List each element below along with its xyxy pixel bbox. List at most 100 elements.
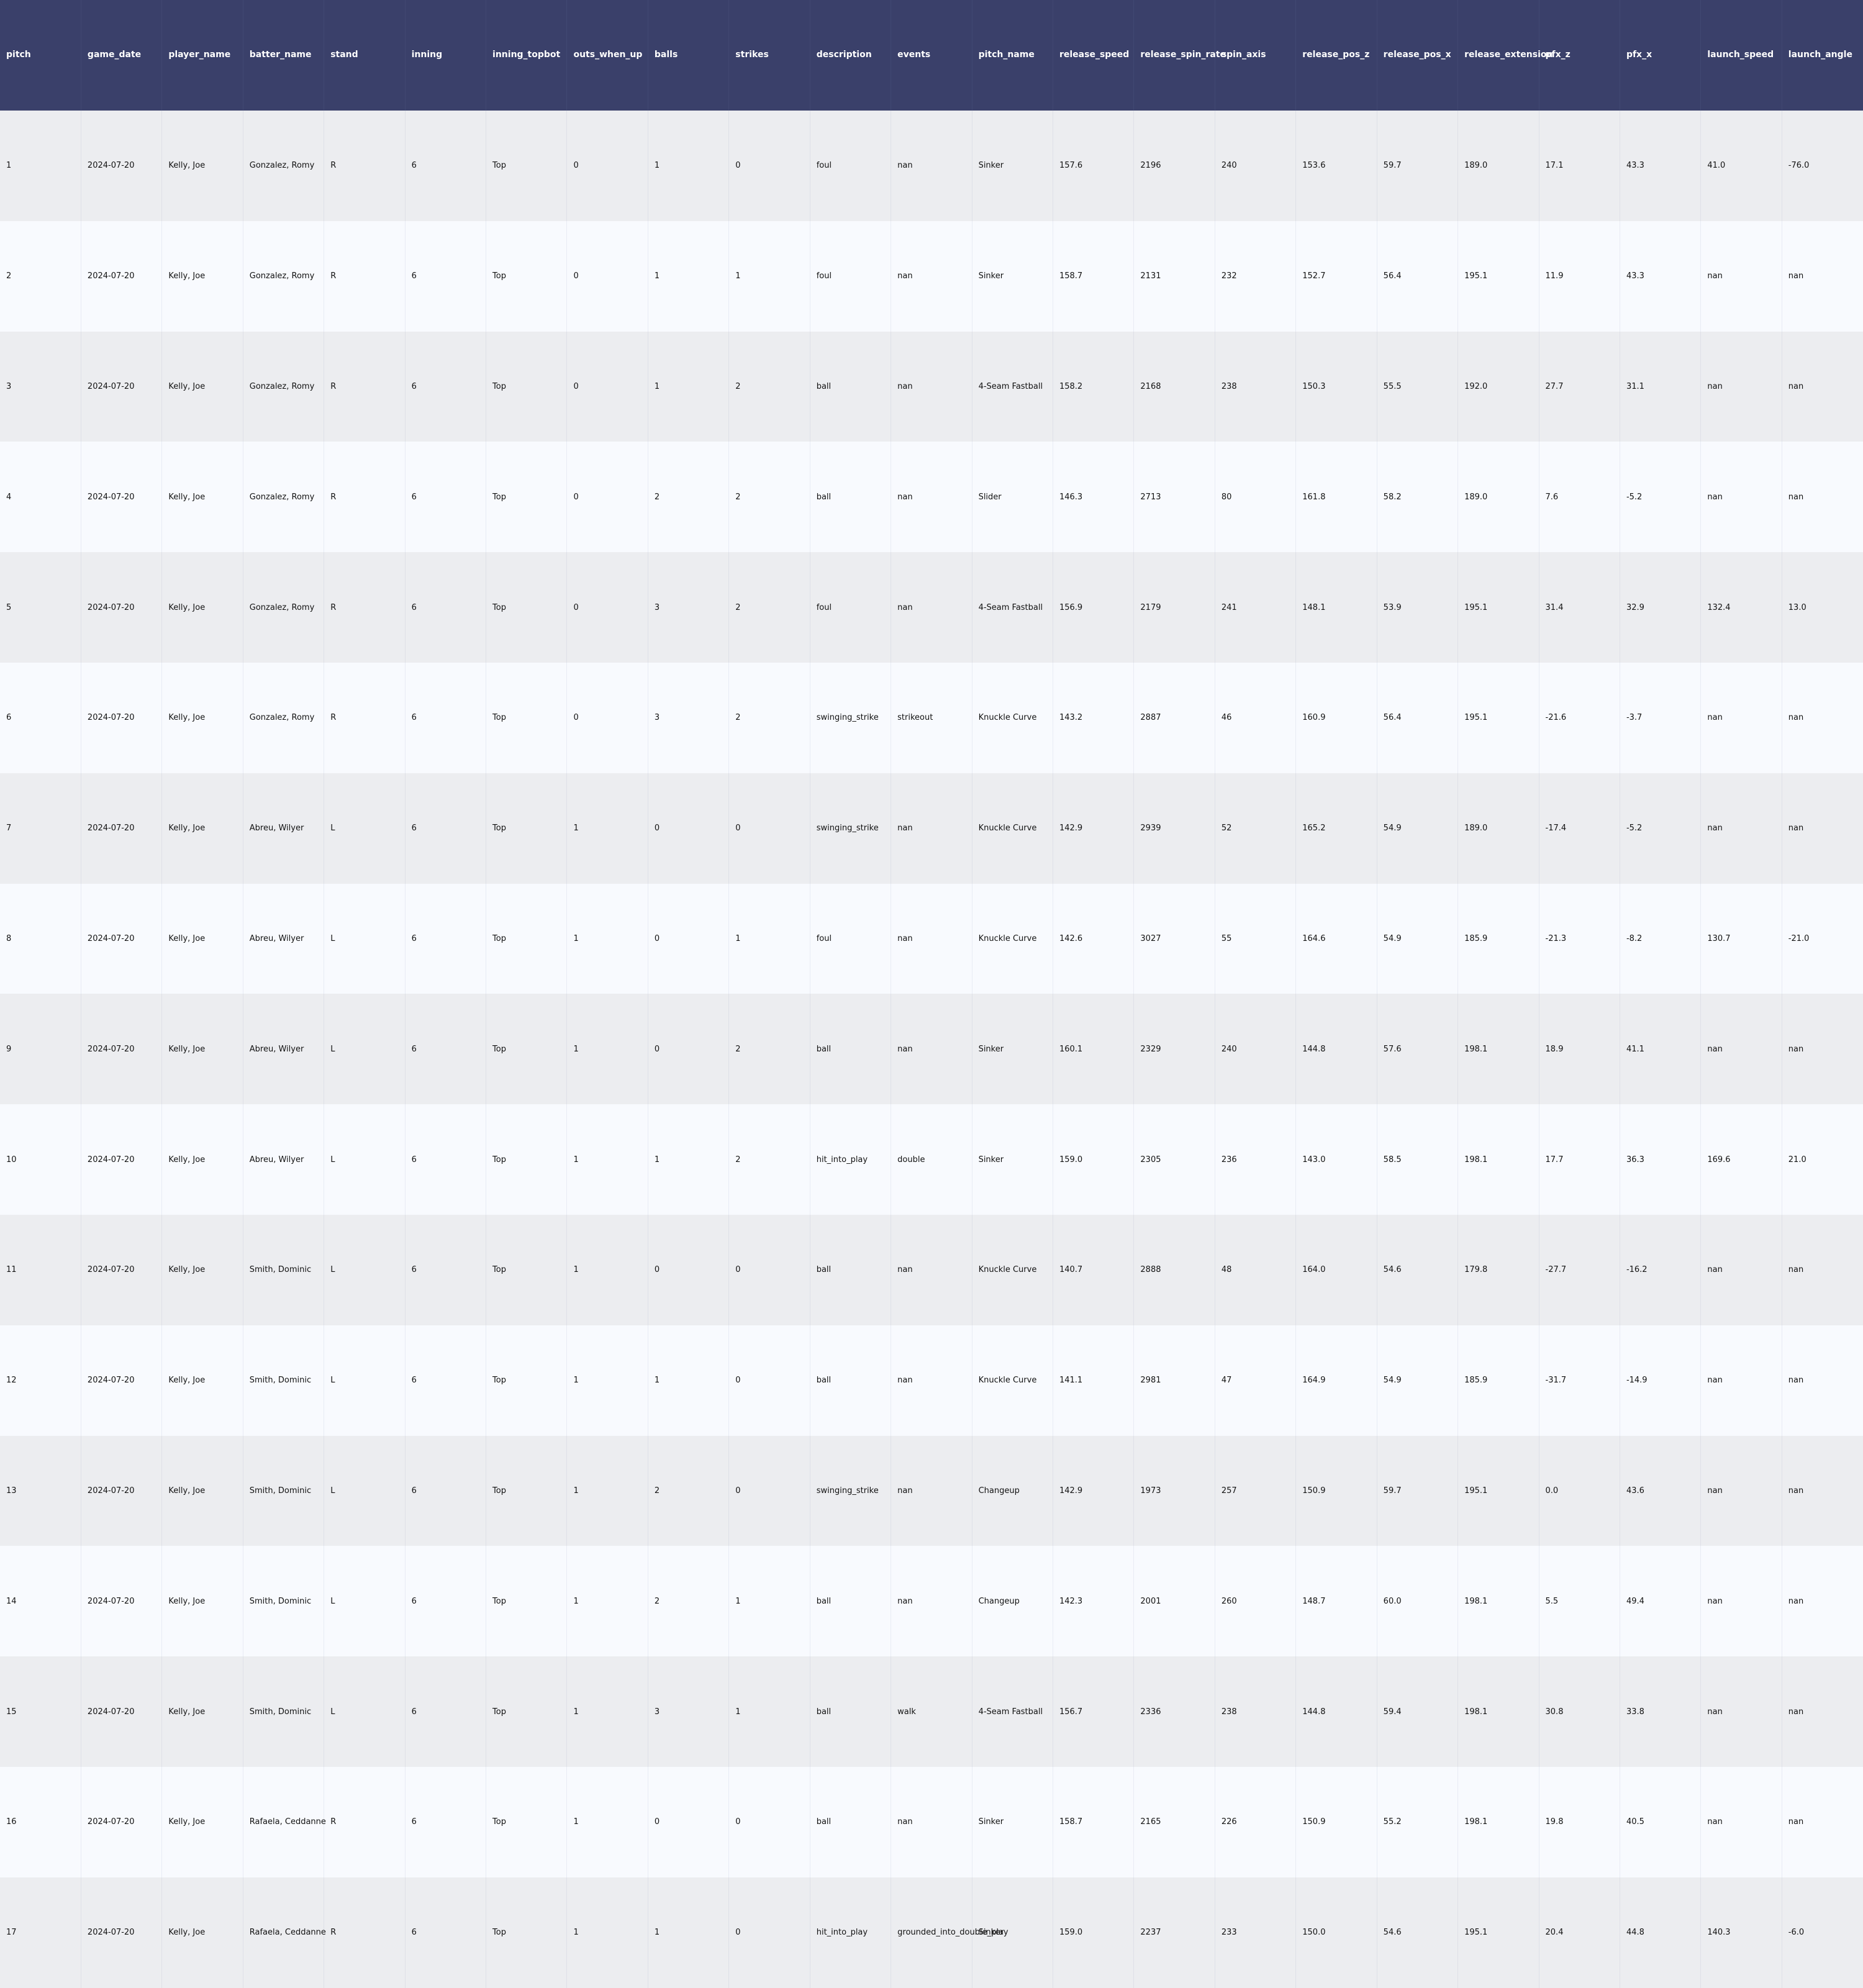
cell-spin-axis: 240 — [1215, 994, 1297, 1105]
cell-release-speed: 156.9 — [1053, 552, 1135, 663]
cell-release-speed: 158.7 — [1053, 1766, 1135, 1877]
cell-pfx-z: -21.3 — [1539, 883, 1620, 994]
cell-balls: 1 — [648, 111, 730, 221]
cell-description: ball — [810, 1546, 892, 1657]
cell-player-name: Kelly, Joe — [161, 994, 243, 1105]
cell-game-date: 2024-07-20 — [81, 552, 163, 663]
cell-release-pos-x: 58.5 — [1377, 1104, 1459, 1215]
column-header-label: inning — [411, 50, 443, 60]
cell-release-speed: 142.6 — [1053, 883, 1135, 994]
cell-inning-topbot: Top — [486, 1325, 568, 1436]
cell-inning: 6 — [405, 1877, 487, 1988]
cell-pfx-x: -14.9 — [1620, 1325, 1702, 1436]
cell-inning: 6 — [405, 1214, 487, 1325]
cell-launch-angle: nan — [1782, 1766, 1863, 1877]
cell-pfx-x: 31.1 — [1620, 331, 1702, 442]
cell-launch-angle: nan — [1782, 1325, 1863, 1436]
cell-launch-speed: nan — [1700, 442, 1782, 553]
cell-inning-topbot: Top — [486, 111, 568, 221]
cell-launch-speed: nan — [1700, 1214, 1782, 1325]
cell-release-pos-x: 59.7 — [1377, 1435, 1459, 1546]
cell-game-date: 2024-07-20 — [81, 994, 163, 1105]
cell-pitch-name: Knuckle Curve — [972, 1325, 1053, 1436]
cell-release-pos-z: 148.1 — [1295, 552, 1377, 663]
cell-launch-speed: nan — [1700, 773, 1782, 884]
cell-release-spin-rate: 2237 — [1133, 1877, 1215, 1988]
table-row: 15 2024-07-20 Kelly, Joe Smith, Dominic L 6 To… — [0, 1656, 1863, 1767]
cell-spin-axis: 236 — [1215, 1104, 1297, 1215]
cell-outs-when-up: 1 — [566, 1214, 648, 1325]
cell-pitch: 10 — [0, 1104, 81, 1215]
cell-release-pos-x: 54.9 — [1377, 1325, 1459, 1436]
cell-batter-name: Gonzalez, Romy — [243, 662, 325, 773]
column-header-release-pos-x: release_pos_x — [1377, 0, 1459, 111]
cell-launch-speed: nan — [1700, 331, 1782, 442]
cell-balls: 2 — [648, 1546, 730, 1657]
cell-release-pos-z: 143.0 — [1295, 1104, 1377, 1215]
cell-inning: 6 — [405, 883, 487, 994]
cell-release-pos-x: 57.6 — [1377, 994, 1459, 1105]
cell-release-extension: 195.1 — [1457, 220, 1539, 332]
table-row: 2 2024-07-20 Kelly, Joe Gonzalez, Romy R 6 Top… — [0, 220, 1863, 332]
column-header-release-speed: release_speed — [1053, 0, 1135, 111]
cell-inning: 6 — [405, 1325, 487, 1436]
cell-description: ball — [810, 1766, 892, 1877]
cell-pitch: 6 — [0, 662, 81, 773]
cell-inning-topbot: Top — [486, 1877, 568, 1988]
cell-release-extension: 195.1 — [1457, 1435, 1539, 1546]
column-header-label: strikes — [735, 50, 769, 60]
cell-inning: 6 — [405, 994, 487, 1105]
cell-game-date: 2024-07-20 — [81, 662, 163, 773]
cell-release-pos-z: 164.0 — [1295, 1214, 1377, 1325]
cell-stand: L — [324, 1546, 406, 1657]
cell-spin-axis: 80 — [1215, 442, 1297, 553]
cell-release-speed: 141.1 — [1053, 1325, 1135, 1436]
cell-player-name: Kelly, Joe — [161, 1104, 243, 1215]
cell-player-name: Kelly, Joe — [161, 1435, 243, 1546]
cell-release-extension: 192.0 — [1457, 331, 1539, 442]
cell-spin-axis: 232 — [1215, 220, 1297, 332]
table-row: 8 2024-07-20 Kelly, Joe Abreu, Wilyer L 6 Top 1… — [0, 883, 1863, 994]
cell-release-pos-z: 153.6 — [1295, 111, 1377, 221]
cell-description: foul — [810, 111, 892, 221]
cell-outs-when-up: 1 — [566, 883, 648, 994]
cell-release-pos-x: 54.6 — [1377, 1214, 1459, 1325]
cell-release-spin-rate: 2131 — [1133, 220, 1215, 332]
cell-balls: 0 — [648, 994, 730, 1105]
cell-launch-speed: 132.4 — [1700, 552, 1782, 663]
cell-pfx-x: -8.2 — [1620, 883, 1702, 994]
cell-stand: L — [324, 1214, 406, 1325]
cell-game-date: 2024-07-20 — [81, 442, 163, 553]
cell-strikes: 2 — [728, 331, 810, 442]
cell-release-pos-x: 56.4 — [1377, 662, 1459, 773]
cell-release-pos-z: 148.7 — [1295, 1546, 1377, 1657]
table-row: 12 2024-07-20 Kelly, Joe Smith, Dominic L 6 To… — [0, 1325, 1863, 1436]
cell-release-pos-z: 150.9 — [1295, 1766, 1377, 1877]
cell-release-pos-x: 59.7 — [1377, 111, 1459, 221]
cell-release-speed: 143.2 — [1053, 662, 1135, 773]
cell-release-speed: 140.7 — [1053, 1214, 1135, 1325]
cell-stand: L — [324, 1104, 406, 1215]
cell-player-name: Kelly, Joe — [161, 220, 243, 332]
column-header-label: events — [897, 50, 931, 60]
cell-events: nan — [891, 1546, 972, 1657]
cell-description: foul — [810, 552, 892, 663]
cell-batter-name: Gonzalez, Romy — [243, 331, 325, 442]
cell-pfx-x: 33.8 — [1620, 1656, 1702, 1767]
cell-pfx-z: 5.5 — [1539, 1546, 1620, 1657]
cell-player-name: Kelly, Joe — [161, 662, 243, 773]
cell-pfx-x: -5.2 — [1620, 773, 1702, 884]
cell-batter-name: Smith, Dominic — [243, 1325, 325, 1436]
cell-strikes: 0 — [728, 111, 810, 221]
cell-release-speed: 157.6 — [1053, 111, 1135, 221]
cell-pfx-x: -16.2 — [1620, 1214, 1702, 1325]
cell-events: double — [891, 1104, 972, 1215]
cell-events: nan — [891, 994, 972, 1105]
cell-outs-when-up: 1 — [566, 1325, 648, 1436]
cell-pitch-name: Knuckle Curve — [972, 1214, 1053, 1325]
cell-launch-angle: nan — [1782, 1546, 1863, 1657]
table-row: 3 2024-07-20 Kelly, Joe Gonzalez, Romy R 6 Top… — [0, 331, 1863, 442]
cell-pfx-z: -31.7 — [1539, 1325, 1620, 1436]
cell-pfx-z: 27.7 — [1539, 331, 1620, 442]
cell-description: foul — [810, 883, 892, 994]
